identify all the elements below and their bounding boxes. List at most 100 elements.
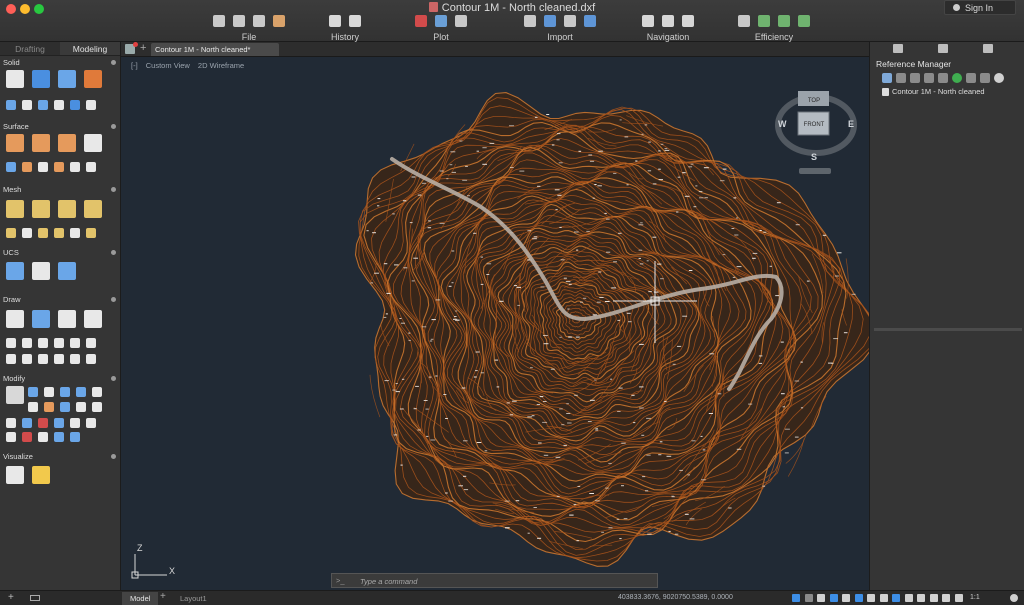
palette-tool-icon[interactable]	[76, 387, 86, 397]
attach-dwg-icon[interactable]	[882, 73, 892, 83]
save-icon[interactable]	[253, 15, 265, 27]
palette-tool-icon[interactable]	[54, 432, 64, 442]
drawing-viewport[interactable]: TOP FRONT W E S Z X [-] Custom View 2D W…	[121, 57, 869, 590]
properties-panel-icon[interactable]	[893, 44, 904, 53]
palette-tool-icon[interactable]	[70, 338, 80, 348]
tab-model[interactable]: Model	[122, 592, 159, 605]
palette-tool-icon[interactable]	[6, 386, 24, 404]
quick-select-icon[interactable]	[758, 15, 770, 27]
palette-tool-icon[interactable]	[58, 200, 76, 218]
palette-tool-icon[interactable]	[6, 310, 24, 328]
detach-icon[interactable]	[966, 73, 976, 83]
status-toggle-icon[interactable]	[892, 594, 900, 602]
layout-view-icon[interactable]	[30, 595, 40, 601]
import-icon[interactable]	[524, 15, 536, 27]
status-toggle-icon[interactable]	[904, 594, 913, 602]
command-input[interactable]: Type a command	[360, 577, 417, 586]
settings-gear-icon[interactable]	[1010, 594, 1018, 602]
palette-tool-icon[interactable]	[32, 466, 50, 484]
tab-drafting[interactable]: Drafting	[0, 42, 60, 55]
reload-icon[interactable]	[938, 73, 948, 83]
section-header-visualize[interactable]: Visualize	[0, 452, 121, 462]
palette-tool-icon[interactable]	[60, 387, 70, 397]
palette-tool-icon[interactable]	[32, 200, 50, 218]
palette-tool-icon[interactable]	[54, 162, 64, 172]
undo-icon[interactable]	[329, 15, 341, 27]
status-toggle-icon[interactable]	[942, 594, 950, 602]
palette-tool-icon[interactable]	[6, 432, 16, 442]
palette-tool-icon[interactable]	[6, 466, 24, 484]
status-toggle-icon[interactable]	[867, 594, 875, 602]
palette-tool-icon[interactable]	[60, 402, 70, 412]
new-icon[interactable]	[213, 15, 225, 27]
palette-tool-icon[interactable]	[58, 310, 76, 328]
palette-tool-icon[interactable]	[28, 387, 38, 397]
references-panel-icon[interactable]	[982, 44, 993, 53]
palette-tool-icon[interactable]	[6, 262, 24, 280]
palette-tool-icon[interactable]	[6, 200, 24, 218]
palette-tool-icon[interactable]	[92, 387, 102, 397]
publish-icon[interactable]	[435, 15, 447, 27]
palette-tool-icon[interactable]	[6, 162, 16, 172]
tab-modeling[interactable]: Modeling	[60, 42, 120, 55]
palette-tool-icon[interactable]	[54, 354, 64, 364]
save-as-icon[interactable]	[273, 15, 285, 27]
status-toggle-icon[interactable]	[817, 594, 825, 602]
section-header-modify[interactable]: Modify	[0, 374, 121, 384]
palette-tool-icon[interactable]	[6, 228, 16, 238]
reference-item[interactable]: Contour 1M - North cleaned	[870, 86, 1024, 96]
palette-tool-icon[interactable]	[32, 310, 50, 328]
attach-pdf-icon[interactable]	[910, 73, 920, 83]
palette-tool-icon[interactable]	[58, 134, 76, 152]
palette-tool-icon[interactable]	[84, 70, 102, 88]
palette-tool-icon[interactable]	[6, 418, 16, 428]
pan-icon[interactable]	[662, 15, 674, 27]
palette-tool-icon[interactable]	[86, 100, 96, 110]
export-icon[interactable]	[544, 15, 556, 27]
info-icon[interactable]	[994, 73, 1004, 83]
section-header-solid[interactable]: Solid	[0, 58, 121, 68]
palette-tool-icon[interactable]	[54, 338, 64, 348]
layer-tools-icon[interactable]	[778, 15, 790, 27]
palette-tool-icon[interactable]	[44, 387, 54, 397]
viewport-controls[interactable]: [-] Custom View 2D Wireframe	[131, 61, 250, 70]
status-toggle-icon[interactable]	[842, 594, 850, 602]
palette-tool-icon[interactable]	[54, 418, 64, 428]
folder-icon[interactable]	[980, 73, 990, 83]
palette-tool-icon[interactable]	[38, 228, 48, 238]
palette-tool-icon[interactable]	[54, 100, 64, 110]
palette-tool-icon[interactable]	[84, 134, 102, 152]
panel-divider[interactable]	[874, 328, 1022, 331]
palette-tool-icon[interactable]	[86, 228, 96, 238]
attach-icon[interactable]	[564, 15, 576, 27]
command-line[interactable]: >_ Type a command	[331, 573, 658, 588]
sign-in-button[interactable]: Sign In	[944, 0, 1016, 15]
palette-tool-icon[interactable]	[70, 228, 80, 238]
palette-tool-icon[interactable]	[38, 354, 48, 364]
palette-tool-icon[interactable]	[6, 70, 24, 88]
add-icon[interactable]: +	[8, 592, 14, 603]
status-toggle-icon[interactable]	[917, 594, 925, 602]
palette-tool-icon[interactable]	[92, 402, 102, 412]
match-properties-icon[interactable]	[738, 15, 750, 27]
palette-tool-icon[interactable]	[32, 70, 50, 88]
attach-dgn-icon[interactable]	[924, 73, 934, 83]
status-toggle-icon[interactable]	[879, 594, 888, 602]
view-label[interactable]: Custom View	[146, 61, 190, 70]
palette-tool-icon[interactable]	[38, 418, 48, 428]
palette-tool-icon[interactable]	[38, 338, 48, 348]
palette-tool-icon[interactable]	[6, 134, 24, 152]
document-tab[interactable]: Contour 1M - North cleaned*	[151, 43, 279, 56]
status-toggle-icon[interactable]	[854, 594, 863, 602]
palette-tool-icon[interactable]	[22, 338, 32, 348]
new-tab-button[interactable]: +	[140, 42, 146, 54]
palette-tool-icon[interactable]	[86, 354, 96, 364]
palette-tool-icon[interactable]	[32, 262, 50, 280]
palette-tool-icon[interactable]	[58, 262, 76, 280]
palette-tool-icon[interactable]	[6, 354, 16, 364]
palette-tool-icon[interactable]	[22, 432, 32, 442]
palette-tool-icon[interactable]	[6, 338, 16, 348]
section-header-mesh[interactable]: Mesh	[0, 185, 121, 195]
palette-tool-icon[interactable]	[84, 310, 102, 328]
palette-tool-icon[interactable]	[70, 162, 80, 172]
